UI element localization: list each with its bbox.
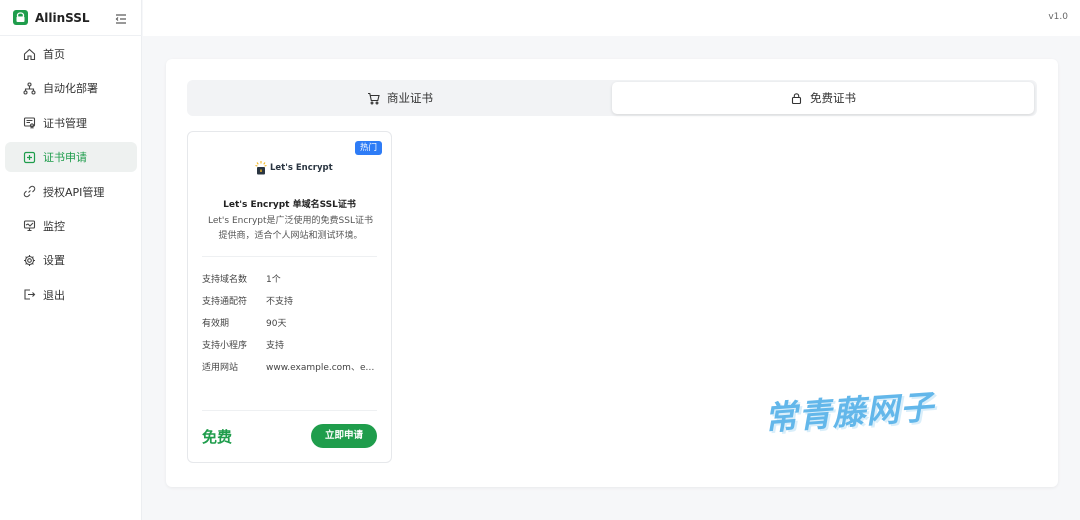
- logout-icon: [22, 288, 36, 302]
- sidebar-item-cert-manage[interactable]: 证书管理: [5, 108, 137, 138]
- apply-button[interactable]: 立即申请: [311, 424, 377, 448]
- divider: [202, 410, 377, 411]
- gear-icon: [22, 253, 36, 267]
- sidebar-item-home[interactable]: 首页: [5, 39, 137, 69]
- tab-commercial-cert[interactable]: 商业证书: [189, 82, 611, 114]
- spec-key: 支持域名数: [202, 275, 248, 285]
- sidebar-item-label: 证书管理: [43, 116, 87, 130]
- sidebar-item-cert-apply[interactable]: 证书申请: [5, 142, 137, 173]
- monitor-icon: [22, 219, 36, 233]
- tab-label: 商业证书: [387, 91, 433, 105]
- spec-value: www.example.com、ex...: [266, 363, 376, 373]
- spec-value: 1个: [266, 275, 281, 285]
- sidebar-item-settings[interactable]: 设置: [5, 245, 137, 275]
- cert-card: 热门 Let's Encrypt Let's Encrypt 单域名SSL证书 …: [187, 131, 392, 463]
- spec-value: 支持: [266, 341, 285, 351]
- sidebar-item-label: 首页: [43, 48, 65, 61]
- logo-text: Let's Encrypt: [270, 163, 333, 173]
- spec-value: 90天: [266, 319, 287, 329]
- price-label: 免费: [202, 428, 233, 446]
- home-icon: [22, 47, 36, 61]
- hot-badge: 热门: [354, 141, 382, 155]
- spec-row: 支持小程序 支持: [202, 338, 382, 352]
- sidebar-item-label: 监控: [43, 219, 65, 233]
- app-name: AllinSSL: [35, 11, 90, 25]
- sidebar-item-label: 授权API管理: [43, 185, 105, 199]
- cert-title: Let's Encrypt 单域名SSL证书: [223, 200, 356, 210]
- app-logo-icon: [13, 10, 28, 25]
- sidebar-item-api-auth[interactable]: 授权API管理: [5, 177, 137, 207]
- sidebar: AllinSSL 首页 自动化部署 证书管理 证书申请 授权API管理 监控 设…: [0, 0, 142, 520]
- spec-key: 有效期: [202, 319, 230, 329]
- sidebar-nav: 首页 自动化部署 证书管理 证书申请 授权API管理 监控 设置 退出: [5, 39, 137, 314]
- sidebar-item-logout[interactable]: 退出: [5, 280, 137, 310]
- spec-row: 支持通配符 不支持: [202, 294, 382, 308]
- cart-icon: [367, 92, 380, 105]
- divider: [202, 256, 377, 257]
- version-label: v1.0: [1048, 12, 1068, 22]
- sidebar-item-auto-deploy[interactable]: 自动化部署: [5, 73, 137, 103]
- cert-description: Let's Encrypt是广泛使用的免费SSL证书提供商，适合个人网站和测试环…: [208, 216, 373, 241]
- top-bar: v1.0: [143, 0, 1080, 36]
- lock-icon: [790, 92, 803, 105]
- lets-encrypt-logo: Let's Encrypt: [255, 160, 333, 176]
- sidebar-item-label: 退出: [43, 288, 65, 302]
- sidebar-item-label: 设置: [43, 254, 65, 268]
- spec-row: 支持域名数 1个: [202, 272, 382, 286]
- link-icon: [22, 185, 36, 199]
- spec-row: 适用网站 www.example.com、ex...: [202, 360, 382, 374]
- spec-key: 支持通配符: [202, 297, 248, 307]
- sidebar-item-label: 证书申请: [43, 151, 87, 165]
- plus-square-icon: [22, 150, 36, 164]
- certificate-icon: [22, 116, 36, 130]
- lets-encrypt-logo-icon: [255, 161, 267, 175]
- brand-header: AllinSSL: [0, 0, 142, 36]
- spec-row: 有效期 90天: [202, 316, 382, 330]
- tab-free-cert[interactable]: 免费证书: [612, 82, 1034, 114]
- sidebar-item-label: 自动化部署: [43, 82, 98, 96]
- spec-key: 适用网站: [202, 363, 239, 373]
- spec-key: 支持小程序: [202, 341, 248, 351]
- cert-type-tabs: 商业证书 免费证书: [187, 80, 1037, 116]
- workflow-icon: [22, 81, 36, 95]
- spec-value: 不支持: [266, 297, 294, 307]
- tab-label: 免费证书: [810, 91, 856, 105]
- collapse-menu-icon[interactable]: [114, 11, 128, 25]
- sidebar-item-monitor[interactable]: 监控: [5, 211, 137, 241]
